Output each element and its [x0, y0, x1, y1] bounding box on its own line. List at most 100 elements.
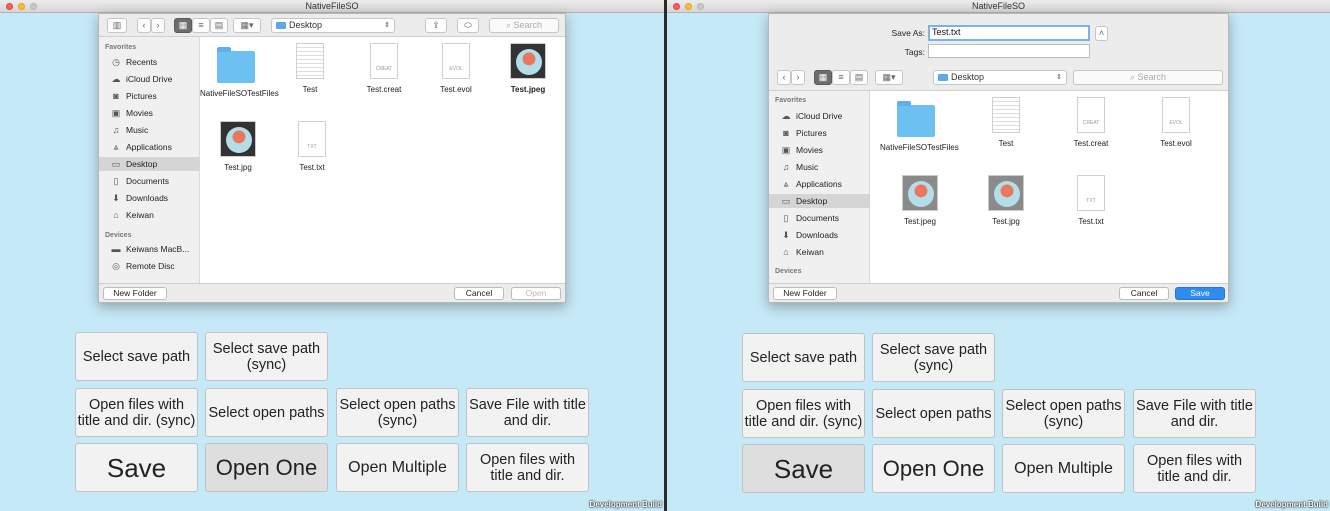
sidebar-item-icloud[interactable]: ☁ iCloud Drive: [99, 72, 200, 86]
sidebar-item-recents[interactable]: ◷ Recents: [99, 55, 200, 69]
new-folder-button[interactable]: New Folder: [773, 287, 837, 300]
location-popup[interactable]: Desktop ⇕: [933, 70, 1067, 85]
zoom-window-button[interactable]: [30, 3, 37, 10]
file-item-folder[interactable]: NativeFileSOTestFiles: [880, 101, 959, 153]
file-item-test[interactable]: Test: [970, 97, 1042, 149]
open-files-title-dir-sync-button[interactable]: Open files with title and dir. (sync): [742, 389, 865, 438]
column-view-button[interactable]: ▤: [210, 18, 228, 33]
open-files-title-dir-sync-button[interactable]: Open files with title and dir. (sync): [75, 388, 198, 437]
search-input[interactable]: ⌕ Search: [489, 18, 559, 33]
file-label: Test.jpg: [224, 163, 252, 172]
cancel-button[interactable]: Cancel: [454, 287, 504, 300]
open-one-button[interactable]: Open One: [205, 443, 328, 492]
open-one-button[interactable]: Open One: [872, 444, 995, 493]
close-window-button[interactable]: [673, 3, 680, 10]
new-folder-button[interactable]: New Folder: [103, 287, 167, 300]
sidebar-item-keiwan[interactable]: ⌂ Keiwan: [99, 208, 200, 222]
minimize-window-button[interactable]: [685, 3, 692, 10]
file-label: Test.evol: [440, 85, 472, 94]
open-button[interactable]: Open: [511, 287, 561, 300]
sidebar-item-label: Keiwan: [126, 210, 154, 220]
cancel-button[interactable]: Cancel: [1119, 287, 1169, 300]
list-view-button[interactable]: ≡: [192, 18, 210, 33]
sidebar-item-label: Downloads: [796, 230, 839, 240]
save-button[interactable]: Save: [742, 444, 865, 493]
file-item-test-txt[interactable]: TXT Test.txt: [276, 121, 348, 173]
sidebar-item-pictures[interactable]: ◙ Pictures: [99, 89, 200, 103]
file-item-test-jpeg[interactable]: Test.jpeg: [884, 175, 956, 227]
sidebar-item-remote-disc[interactable]: ◎ Remote Disc: [99, 259, 200, 273]
devices-header: Devices: [105, 232, 132, 239]
save-dialog-save-button[interactable]: Save: [1175, 287, 1225, 300]
select-save-path-button[interactable]: Select save path: [742, 333, 865, 382]
sidebar-item-downloads[interactable]: ⬇ Downloads: [769, 228, 870, 242]
sidebar-item-macbook[interactable]: ▬ Keiwans MacB...: [99, 242, 200, 256]
sidebar-item-desktop[interactable]: ▭ Desktop: [99, 157, 200, 171]
forward-button[interactable]: ›: [791, 70, 805, 85]
laptop-icon: ▬: [111, 244, 121, 254]
file-item-test-creat[interactable]: CREAT Test.creat: [348, 43, 420, 95]
expand-dialog-button[interactable]: ˄: [1095, 26, 1108, 41]
forward-button[interactable]: ›: [151, 18, 165, 33]
sidebar-item-keiwan[interactable]: ⌂ Keiwan: [769, 245, 870, 259]
file-item-test-jpg[interactable]: Test.jpg: [970, 175, 1042, 227]
location-popup[interactable]: Desktop ⇕: [271, 18, 395, 33]
sidebar-toggle-button[interactable]: ▥: [107, 18, 127, 33]
open-files-title-dir-button[interactable]: Open files with title and dir.: [466, 443, 589, 492]
sidebar-item-movies[interactable]: ▣ Movies: [99, 106, 200, 120]
updown-icon: ⇕: [384, 22, 390, 29]
sidebar-item-documents[interactable]: ▯ Documents: [99, 174, 200, 188]
back-button[interactable]: ‹: [777, 70, 791, 85]
tag-button[interactable]: ⬭: [457, 18, 479, 33]
file-item-test-jpg[interactable]: Test.jpg: [202, 121, 274, 173]
back-button[interactable]: ‹: [137, 18, 151, 33]
file-item-test-evol[interactable]: EVOL Test.evol: [420, 43, 492, 95]
open-files-title-dir-button[interactable]: Open files with title and dir.: [1133, 444, 1256, 493]
list-icon: ≡: [838, 72, 844, 82]
close-window-button[interactable]: [6, 3, 13, 10]
file-item-folder[interactable]: NativeFileSOTestFiles: [200, 47, 279, 99]
gallery-view-button[interactable]: ▦▾: [233, 18, 261, 33]
select-save-path-sync-button[interactable]: Select save path (sync): [872, 333, 995, 382]
sidebar-item-applications[interactable]: ⩓ Applications: [99, 140, 200, 154]
save-file-title-dir-button[interactable]: Save File with title and dir.: [466, 388, 589, 437]
select-open-paths-button[interactable]: Select open paths: [205, 388, 328, 437]
tags-label: Tags:: [904, 47, 925, 57]
file-item-test-creat[interactable]: CREAT Test.creat: [1055, 97, 1127, 149]
sidebar-item-applications[interactable]: ⩓ Applications: [769, 177, 870, 191]
sidebar-item-music[interactable]: ♫ Music: [99, 123, 200, 137]
file-item-test-evol[interactable]: EVOL Test.evol: [1140, 97, 1212, 149]
sidebar-item-music[interactable]: ♫ Music: [769, 160, 870, 174]
sidebar-item-downloads[interactable]: ⬇ Downloads: [99, 191, 200, 205]
select-open-paths-button[interactable]: Select open paths: [872, 389, 995, 438]
sidebar-item-icloud[interactable]: ☁ iCloud Drive: [769, 109, 870, 123]
share-button[interactable]: ⇪: [425, 18, 447, 33]
sidebar-item-desktop[interactable]: ▭ Desktop: [769, 194, 870, 208]
open-multiple-button[interactable]: Open Multiple: [336, 443, 459, 492]
icon-view-button[interactable]: ▦: [814, 70, 832, 85]
list-view-button[interactable]: ≡: [832, 70, 850, 85]
sidebar-item-movies[interactable]: ▣ Movies: [769, 143, 870, 157]
minimize-window-button[interactable]: [18, 3, 25, 10]
select-open-paths-sync-button[interactable]: Select open paths (sync): [1002, 389, 1125, 438]
file-item-test[interactable]: Test: [274, 43, 346, 95]
column-view-button[interactable]: ▤: [850, 70, 868, 85]
gallery-view-button[interactable]: ▦▾: [875, 70, 903, 85]
open-multiple-button[interactable]: Open Multiple: [1002, 444, 1125, 493]
zoom-window-button[interactable]: [697, 3, 704, 10]
file-item-test-jpeg[interactable]: Test.jpeg: [492, 43, 564, 95]
sidebar-item-documents[interactable]: ▯ Documents: [769, 211, 870, 225]
save-button[interactable]: Save: [75, 443, 198, 492]
sidebar-item-pictures[interactable]: ◙ Pictures: [769, 126, 870, 140]
select-save-path-button[interactable]: Select save path: [75, 332, 198, 381]
select-open-paths-sync-button[interactable]: Select open paths (sync): [336, 388, 459, 437]
sidebar-item-label: Documents: [796, 213, 839, 223]
save-as-field[interactable]: Test.txt: [928, 25, 1090, 41]
search-input[interactable]: ⌕ Search: [1073, 70, 1223, 85]
icon-view-button[interactable]: ▦: [174, 18, 192, 33]
disc-icon: ◎: [112, 261, 120, 271]
save-file-title-dir-button[interactable]: Save File with title and dir.: [1133, 389, 1256, 438]
tags-field[interactable]: [928, 44, 1090, 58]
select-save-path-sync-button[interactable]: Select save path (sync): [205, 332, 328, 381]
file-item-test-txt[interactable]: TXT Test.txt: [1055, 175, 1127, 227]
